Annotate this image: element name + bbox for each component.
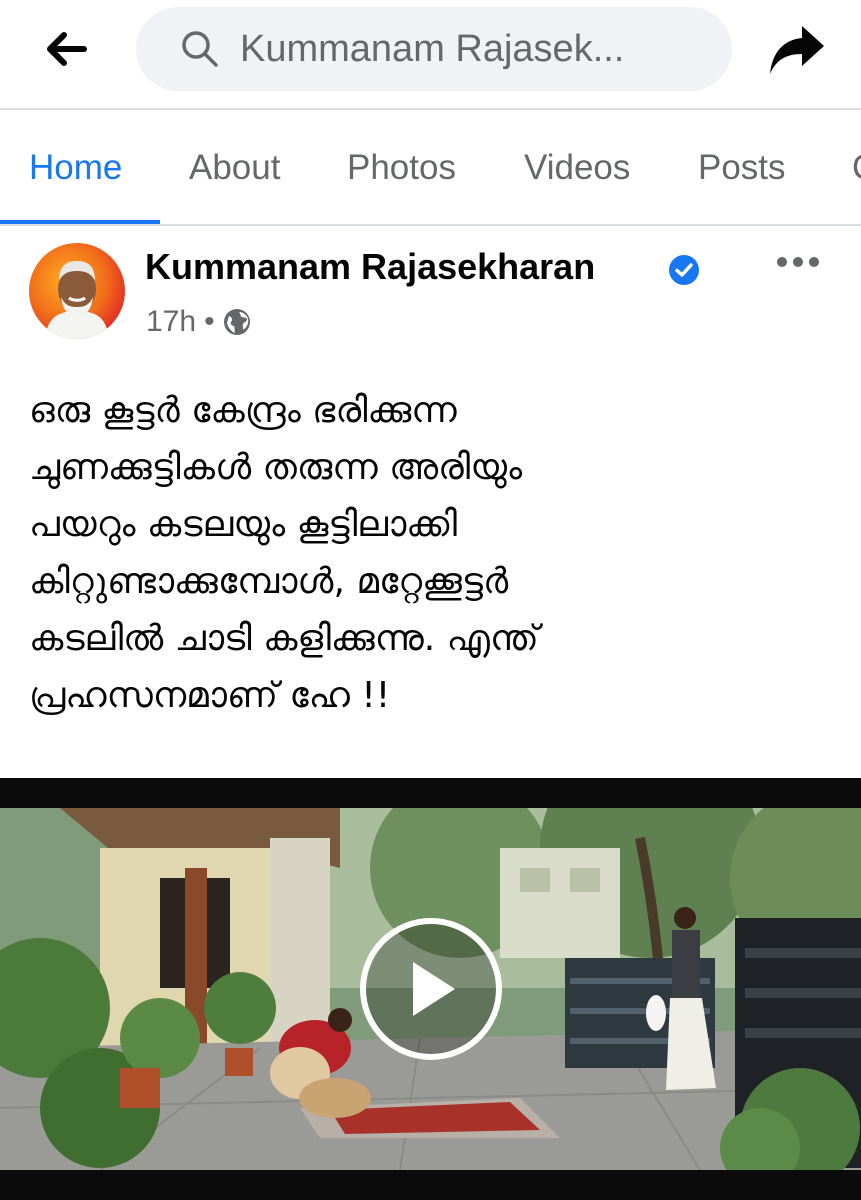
share-arrow-icon xyxy=(770,26,824,74)
search-icon xyxy=(182,31,218,67)
top-bar: Kummanam Rajasek... xyxy=(0,0,861,110)
tab-videos[interactable]: Videos xyxy=(524,148,630,188)
more-dots-icon xyxy=(777,257,819,267)
tab-home[interactable]: Home xyxy=(29,148,122,188)
tab-photos[interactable]: Photos xyxy=(347,148,456,188)
post-line: പയറും കടലയും കൂട്ടിലാക്കി xyxy=(29,504,458,545)
tab-posts[interactable]: Posts xyxy=(698,148,786,188)
meta-separator: • xyxy=(204,305,215,338)
post-timestamp[interactable]: 17h xyxy=(146,305,196,339)
post-line: ചുണക്കുട്ടികൾ തരുന്ന അരിയും xyxy=(29,447,523,488)
globe-icon xyxy=(223,309,250,335)
search-input[interactable]: Kummanam Rajasek... xyxy=(136,7,732,91)
verified-badge-icon xyxy=(669,255,699,285)
post-options-button[interactable] xyxy=(772,242,824,282)
post-meta: 17h • xyxy=(146,305,251,339)
play-button[interactable] xyxy=(360,918,502,1060)
avatar-image xyxy=(29,243,125,339)
arrow-left-icon xyxy=(47,32,87,66)
post-author[interactable]: Kummanam Rajasekharan xyxy=(145,246,595,288)
active-tab-indicator xyxy=(0,220,160,224)
post-line: പ്രഹസനമാണ് ഹേ !! xyxy=(29,675,391,716)
play-icon xyxy=(413,962,455,1016)
back-button[interactable] xyxy=(38,24,94,74)
avatar[interactable] xyxy=(29,243,125,339)
post-line: ഒരു കൂട്ടർ കേന്ദ്രം ഭരിക്കുന്ന xyxy=(29,390,457,431)
tab-more[interactable]: C xyxy=(852,148,861,188)
post-line: കടലിൽ ചാടി കളിക്കുന്നു. എന്ത് xyxy=(29,618,539,659)
tab-about[interactable]: About xyxy=(189,148,280,188)
share-button[interactable] xyxy=(764,20,830,80)
search-text: Kummanam Rajasek... xyxy=(240,27,625,70)
page-tabs: Home About Photos Videos Posts C xyxy=(0,112,861,226)
post-body: ഒരു കൂട്ടർ കേന്ദ്രം ഭരിക്കുന്ന ചുണക്കുട്… xyxy=(29,382,839,724)
post-line: കിറ്റുണ്ടാക്കുമ്പോൾ, മറ്റേക്കൂട്ടർ xyxy=(29,561,509,602)
